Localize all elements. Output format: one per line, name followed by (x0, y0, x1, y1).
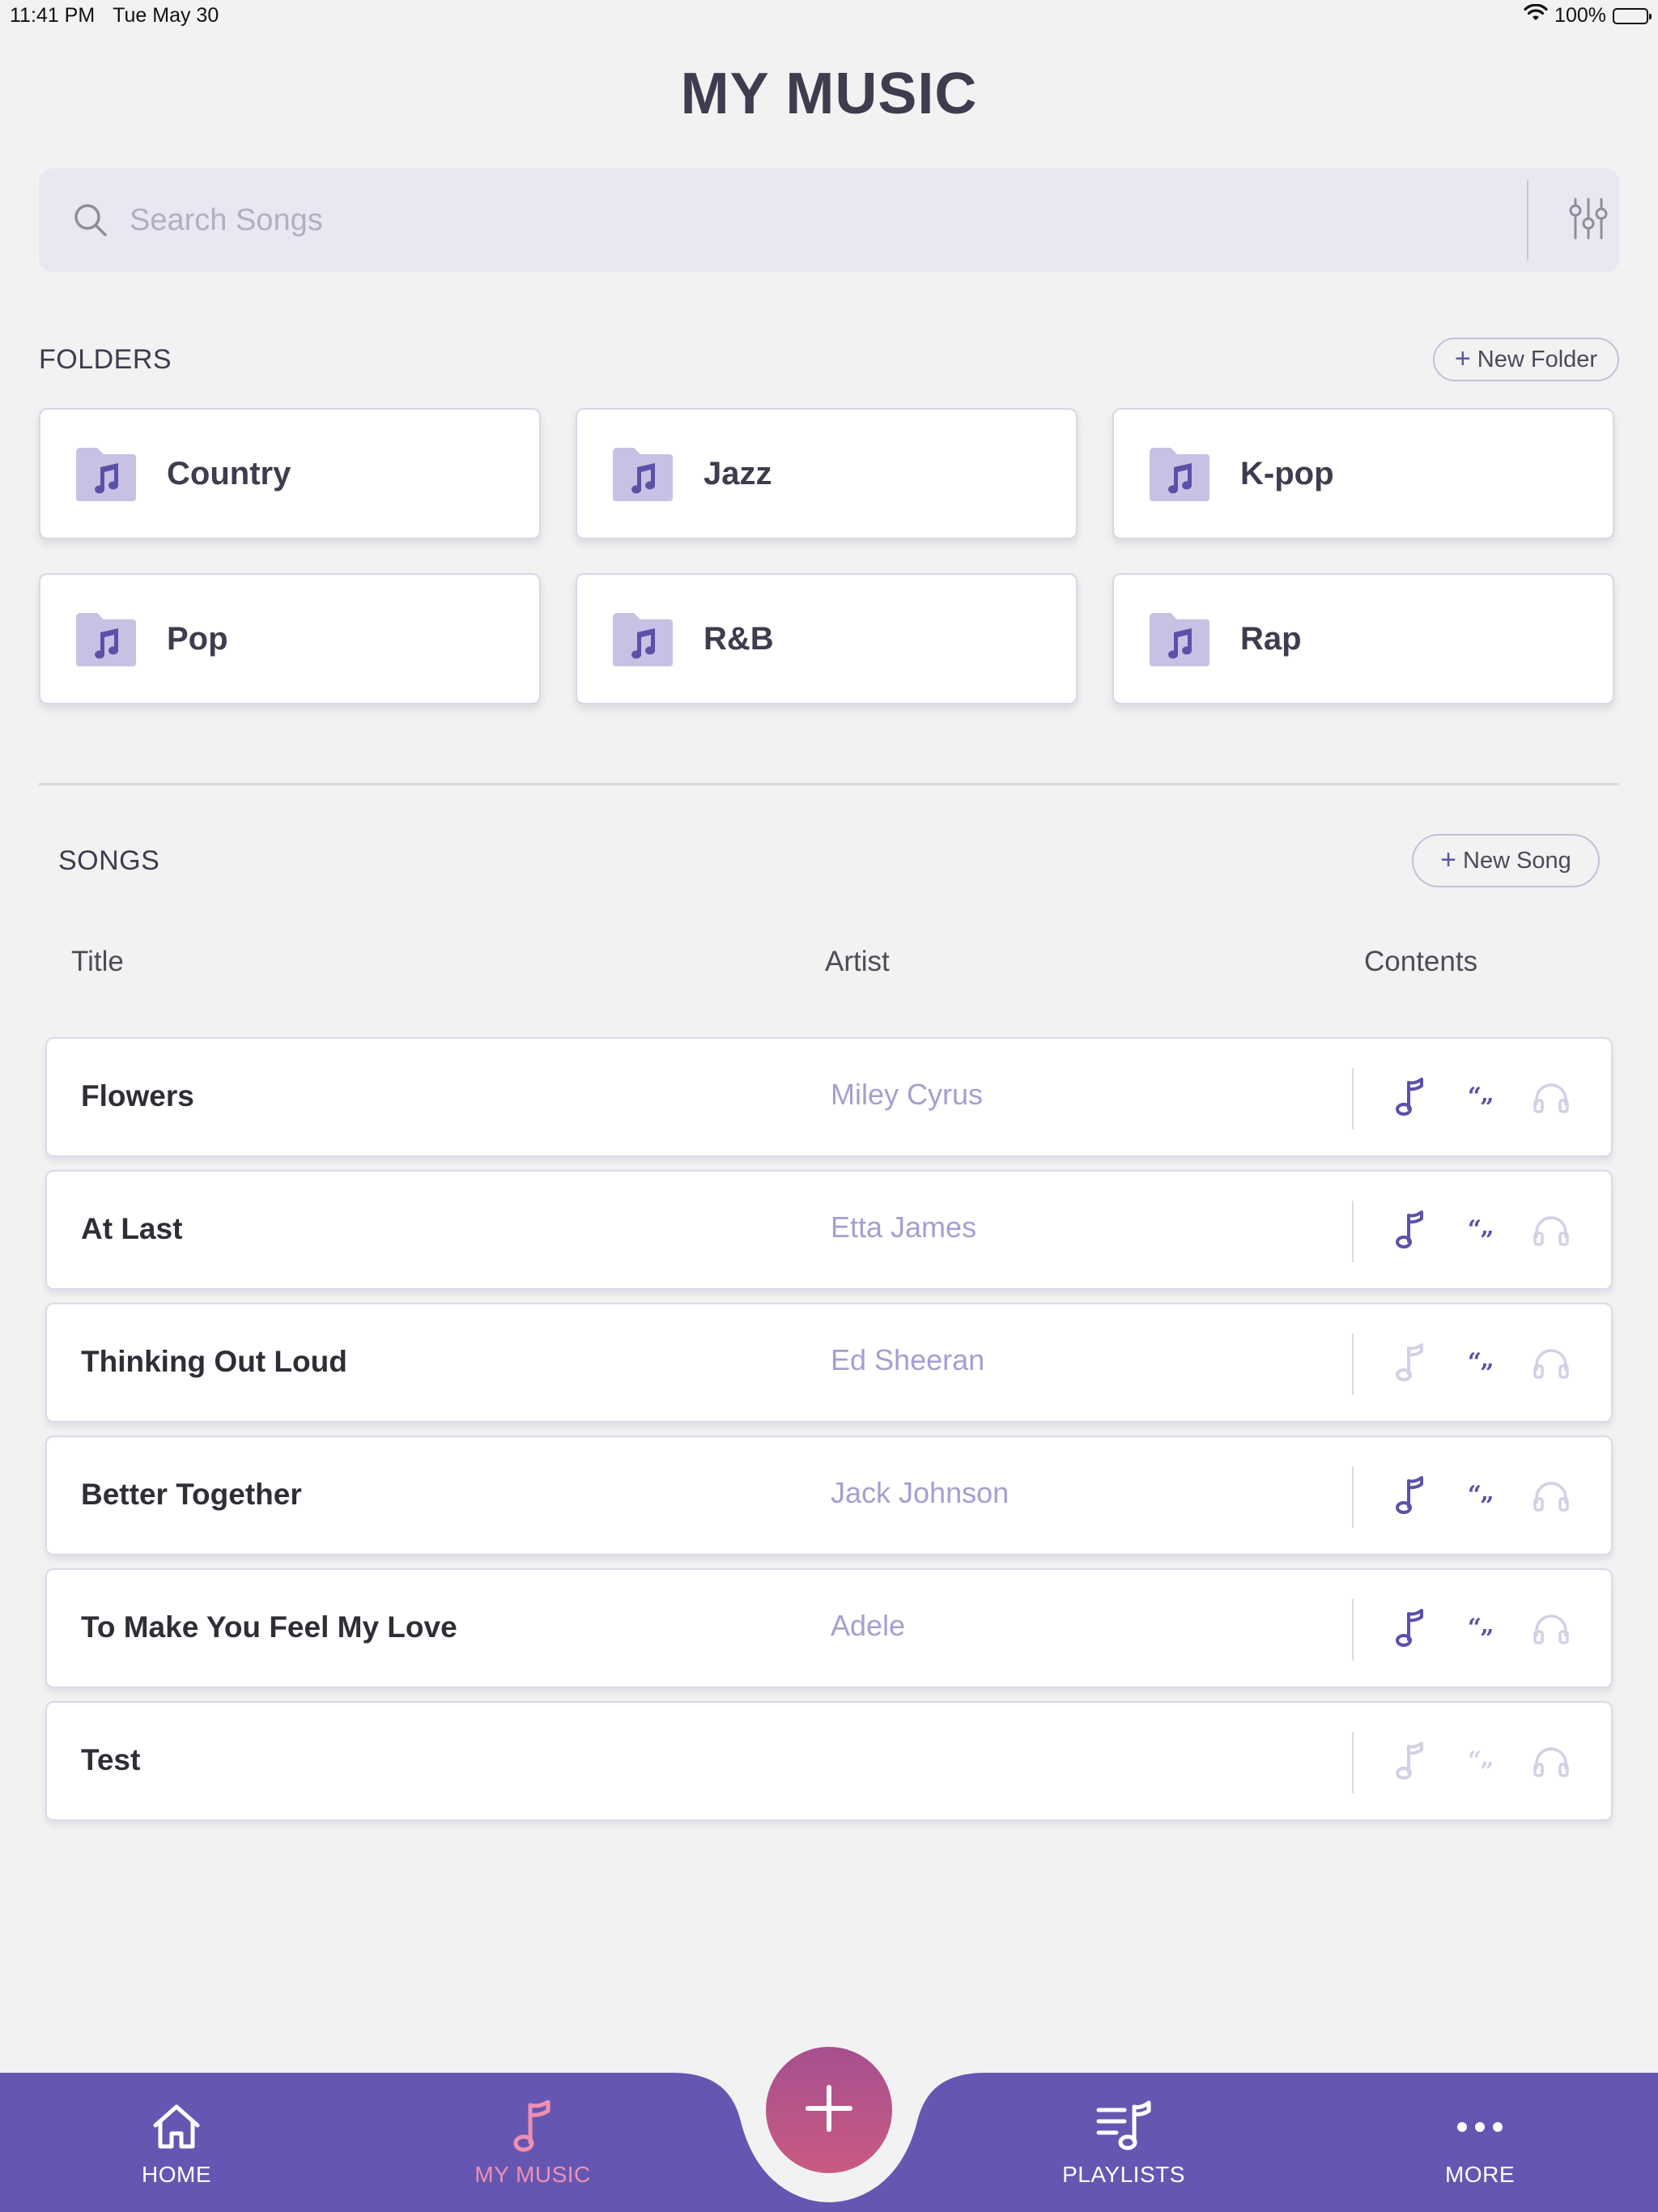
add-button[interactable] (759, 2040, 899, 2180)
home-icon (148, 2099, 205, 2155)
folder-card[interactable]: Country (39, 408, 541, 539)
column-header-contents: Contents (1364, 946, 1478, 977)
music-folder-icon (1146, 610, 1213, 668)
quote-icon[interactable]: “” (1459, 1607, 1501, 1652)
music-folder-icon (610, 610, 676, 668)
folder-name: Pop (167, 620, 228, 657)
status-date: Tue May 30 (113, 4, 219, 27)
plus-icon (805, 2084, 853, 2137)
wifi-icon (1524, 3, 1548, 28)
nav-item-my-music[interactable]: MY MUSIC (436, 2099, 630, 2196)
folder-card[interactable]: K-pop (1112, 408, 1614, 539)
headphones-icon[interactable] (1530, 1607, 1572, 1649)
music-note-icon[interactable] (1389, 1209, 1431, 1251)
headphones-icon[interactable] (1530, 1474, 1572, 1516)
song-artist: Ed Sheeran (831, 1343, 985, 1376)
battery-percent: 100% (1554, 4, 1606, 27)
row-divider (1352, 1599, 1354, 1661)
nav-item-home[interactable]: HOME (79, 2099, 274, 2196)
battery-icon (1613, 7, 1652, 24)
nav-label: HOME (142, 2162, 211, 2187)
sliders-icon (1569, 198, 1608, 244)
search-divider (1527, 180, 1528, 261)
song-title: To Make You Feel My Love (81, 1610, 457, 1644)
folder-name: Rap (1240, 620, 1302, 657)
music-folder-icon (610, 445, 676, 503)
playlist-icon (1095, 2099, 1152, 2155)
song-title: Thinking Out Loud (81, 1345, 347, 1378)
headphones-icon[interactable] (1530, 1342, 1572, 1384)
song-title: At Last (81, 1212, 183, 1245)
folder-name: Country (167, 455, 291, 491)
folder-card[interactable]: R&B (576, 573, 1078, 704)
song-row[interactable]: Better Together Jack Johnson “” (45, 1436, 1613, 1555)
nav-item-playlists[interactable]: PLAYLISTS (1027, 2099, 1221, 2196)
nav-item-more[interactable]: MORE (1383, 2099, 1577, 2196)
folder-name: K-pop (1240, 455, 1334, 491)
music-folder-icon (1146, 445, 1213, 503)
status-bar: 11:41 PM Tue May 30 100% (0, 0, 1658, 32)
folder-card[interactable]: Pop (39, 573, 541, 704)
music-note-icon[interactable] (1389, 1740, 1431, 1782)
row-divider (1352, 1201, 1354, 1262)
quote-icon[interactable]: “” (1459, 1342, 1501, 1386)
nav-label: MORE (1445, 2162, 1515, 2187)
folders-heading: FOLDERS (39, 344, 172, 375)
song-row[interactable]: To Make You Feel My Love Adele “” (45, 1568, 1613, 1688)
song-row[interactable]: Thinking Out Loud Ed Sheeran “” (45, 1303, 1613, 1423)
plus-icon: + (1440, 844, 1457, 875)
song-row[interactable]: At Last Etta James “” (45, 1170, 1613, 1290)
column-header-title[interactable]: Title (71, 946, 124, 978)
search-icon (71, 201, 110, 240)
music-note-icon[interactable] (1389, 1474, 1431, 1516)
music-note-icon[interactable] (1389, 1342, 1431, 1384)
row-divider (1352, 1732, 1354, 1793)
page-title: MY MUSIC (680, 62, 978, 126)
folder-name: R&B (704, 620, 774, 657)
headphones-icon[interactable] (1530, 1076, 1572, 1118)
music-folder-icon (73, 445, 139, 503)
song-title: Better Together (81, 1478, 302, 1511)
new-song-button[interactable]: + New Song (1412, 834, 1600, 887)
song-artist: Jack Johnson (831, 1476, 1010, 1509)
music-note-icon[interactable] (1389, 1607, 1431, 1649)
row-divider (1352, 1068, 1354, 1129)
nav-label: MY MUSIC (474, 2162, 591, 2187)
music-folder-icon (73, 610, 139, 668)
row-divider (1352, 1466, 1354, 1528)
quote-icon[interactable]: “” (1459, 1474, 1501, 1519)
headphones-icon[interactable] (1530, 1740, 1572, 1782)
folder-card[interactable]: Rap (1112, 573, 1614, 704)
song-artist: Miley Cyrus (831, 1078, 984, 1111)
plus-icon: + (1454, 342, 1471, 374)
quote-icon[interactable]: “” (1459, 1740, 1501, 1784)
search-input[interactable] (130, 188, 1522, 253)
folder-card[interactable]: Jazz (576, 408, 1078, 539)
music-note-icon[interactable] (1389, 1076, 1431, 1118)
new-folder-label: New Folder (1477, 346, 1598, 372)
song-artist: Adele (831, 1609, 906, 1642)
song-title: Flowers (81, 1079, 194, 1112)
song-row[interactable]: Test “” (45, 1701, 1613, 1821)
section-divider (39, 783, 1619, 785)
folder-name: Jazz (704, 455, 772, 491)
song-title: Test (81, 1743, 141, 1776)
song-artist: Etta James (831, 1210, 977, 1244)
more-icon (1452, 2099, 1508, 2155)
songs-heading: SONGS (58, 845, 160, 876)
new-song-label: New Song (1463, 847, 1571, 874)
quote-icon[interactable]: “” (1459, 1076, 1501, 1121)
status-time: 11:41 PM (10, 4, 96, 27)
new-folder-button[interactable]: + New Folder (1433, 338, 1619, 381)
row-divider (1352, 1334, 1354, 1395)
column-header-artist[interactable]: Artist (825, 946, 890, 978)
search-bar (39, 168, 1619, 272)
quote-icon[interactable]: “” (1459, 1209, 1501, 1253)
song-row[interactable]: Flowers Miley Cyrus “” (45, 1037, 1613, 1157)
nav-label: PLAYLISTS (1062, 2162, 1185, 2187)
headphones-icon[interactable] (1530, 1209, 1572, 1251)
filter-button[interactable] (1561, 193, 1616, 248)
music-note-icon (504, 2099, 561, 2155)
